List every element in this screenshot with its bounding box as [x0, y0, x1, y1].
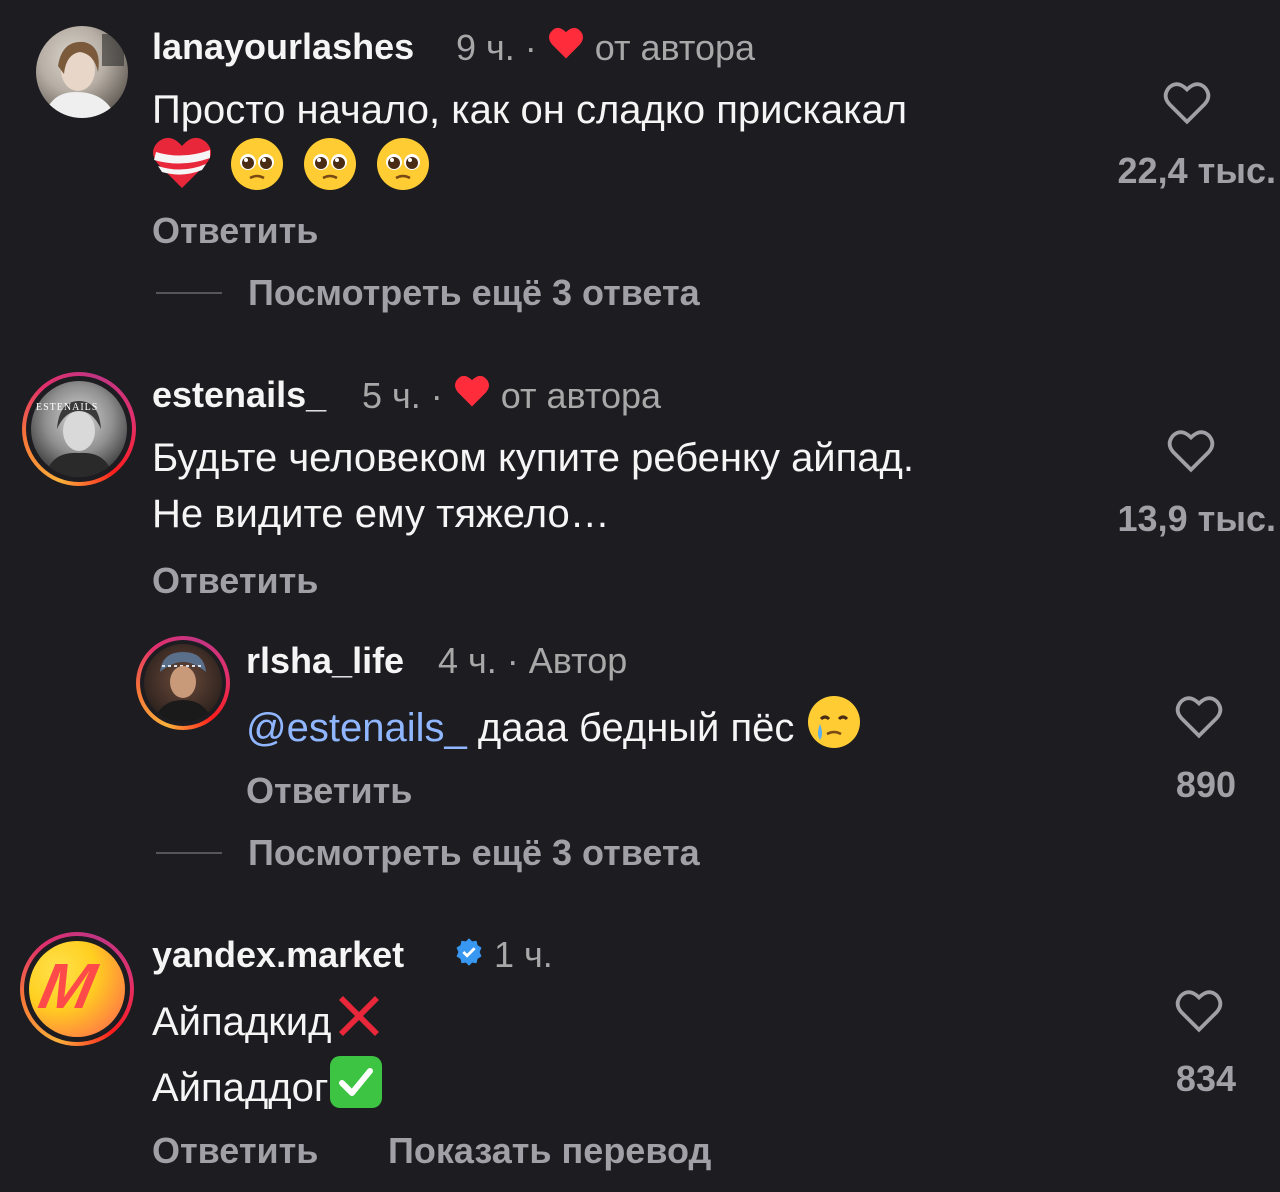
comment-meta: 9 ч. · от автора — [456, 26, 755, 69]
show-translation-button[interactable]: Показать перевод — [388, 1130, 711, 1172]
reply-button[interactable]: Ответить — [152, 210, 318, 252]
reply-text: @estenails_ дааа бедный пёс — [246, 694, 862, 767]
author-badge: Автор — [528, 640, 628, 681]
avatar[interactable]: M — [20, 932, 134, 1046]
face-holding-back-tears-icon — [806, 694, 862, 767]
author-heart-icon — [547, 26, 585, 69]
check-mark-button-icon — [328, 1054, 384, 1127]
comment-text: Будьте человеком купите ребенку айпад. — [152, 436, 915, 480]
avatar-photo-icon — [44, 34, 124, 118]
mention-link[interactable]: @estenails_ — [246, 706, 467, 750]
comments-thread: lanayourlashes 9 ч. · от автора Просто н… — [0, 0, 1280, 1192]
replies-divider — [156, 292, 222, 294]
avatar-photo-icon — [45, 401, 113, 477]
comment-text: Просто начало, как он сладко прискакал — [152, 88, 908, 132]
reply-meta: 4 ч. · Автор — [438, 640, 627, 682]
avatar-photo-icon — [154, 652, 212, 722]
verified-badge-icon — [454, 934, 484, 976]
author-heart-icon — [453, 374, 491, 417]
comment-text: Айпадкид — [152, 988, 387, 1061]
reply-button[interactable]: Ответить — [152, 1130, 318, 1172]
avatar[interactable] — [136, 636, 230, 730]
comment-time: 4 ч. — [438, 640, 497, 681]
comment-text-line2: Айпаддог — [152, 1054, 384, 1127]
comment-username[interactable]: lanayourlashes — [152, 26, 414, 68]
comment-username[interactable]: estenails_ — [152, 374, 326, 416]
avatar[interactable] — [36, 26, 128, 118]
reply-button[interactable]: Ответить — [246, 770, 412, 812]
meta-separator: · — [506, 640, 519, 681]
liked-by-author-label: от автора — [594, 26, 756, 68]
replies-divider — [156, 852, 222, 854]
avatar[interactable]: ESTENAILS — [22, 372, 136, 486]
like-count: 22,4 тыс. — [1117, 150, 1276, 191]
comment-time: 5 ч. — [362, 374, 421, 416]
like-heart-icon[interactable] — [1162, 80, 1212, 126]
view-more-replies-button[interactable]: Посмотреть ещё 3 ответа — [248, 272, 700, 314]
like-count: 834 — [1175, 1058, 1236, 1099]
view-more-replies-button[interactable]: Посмотреть ещё 3 ответа — [248, 832, 700, 874]
like-count: 890 — [1175, 764, 1236, 805]
reply-username[interactable]: rlsha_life — [246, 640, 404, 682]
meta-separator: · — [430, 374, 443, 416]
avatar-brand-text: ESTENAILS — [36, 402, 99, 413]
like-heart-icon[interactable] — [1166, 428, 1216, 474]
comment-text-line2: Не видите ему тяжело… — [152, 492, 610, 536]
like-heart-icon[interactable] — [1174, 694, 1224, 740]
comment-username[interactable]: yandex.market — [152, 934, 404, 976]
comment-time: 1 ч. — [494, 934, 553, 975]
liked-by-author-label: от автора — [500, 374, 662, 416]
like-heart-icon[interactable] — [1174, 988, 1224, 1034]
like-count: 13,9 тыс. — [1117, 498, 1276, 539]
yandex-market-logo-icon: M — [33, 950, 102, 1022]
comment-meta: 1 ч. — [454, 934, 553, 976]
comment-meta: 5 ч. · от автора — [362, 374, 661, 417]
pleading-face-icon — [302, 136, 358, 209]
meta-separator: · — [524, 26, 537, 68]
pleading-face-icon — [229, 136, 285, 209]
mending-heart-icon — [152, 136, 212, 209]
comment-time: 9 ч. — [456, 26, 515, 68]
comment-emoji-line — [152, 136, 431, 196]
cross-mark-icon — [331, 988, 387, 1061]
reply-button[interactable]: Ответить — [152, 560, 318, 602]
pleading-face-icon — [375, 136, 431, 209]
